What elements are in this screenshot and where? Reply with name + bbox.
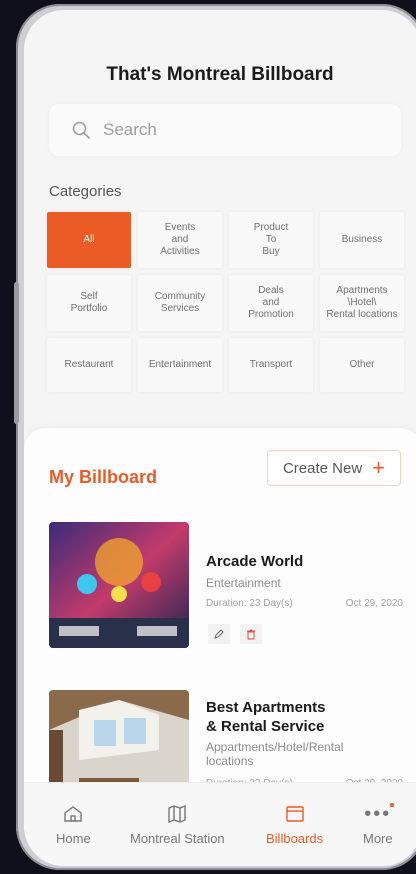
item-name: Best Apartments & Rental Service: [206, 699, 326, 735]
tab-home-label: Home: [56, 831, 91, 846]
bottom-tab-bar: Home Montreal Station Billboards ••• Mor…: [24, 782, 416, 866]
home-icon: [64, 806, 83, 822]
my-billboard-title: My Billboard: [49, 467, 158, 487]
tab-montreal-station-label: Montreal Station: [130, 831, 225, 846]
item-name: Arcade World: [206, 553, 304, 570]
category-community[interactable]: Community Services: [138, 275, 222, 331]
tab-billboards[interactable]: Billboards: [266, 805, 323, 846]
tab-montreal-station[interactable]: Montreal Station: [130, 805, 225, 846]
pencil-icon: [214, 629, 224, 639]
plus-icon: +: [372, 455, 386, 480]
category-product[interactable]: Product To Buy: [229, 212, 313, 268]
edit-button[interactable]: [208, 624, 230, 644]
categories-heading: Categories: [49, 183, 122, 200]
tab-billboards-label: Billboards: [266, 831, 324, 846]
item-category: Entertainment: [206, 576, 281, 590]
category-business[interactable]: Business: [320, 212, 404, 268]
app-screen: That's Montreal Billboard Search Categor…: [24, 10, 416, 866]
category-restaurant[interactable]: Restaurant: [47, 338, 131, 392]
category-transport[interactable]: Transport: [229, 338, 313, 392]
item-duration: Duration: 23 Day(s): [206, 598, 293, 609]
item-date: Oct 29, 2020: [345, 598, 403, 609]
billboard-icon: [285, 806, 304, 822]
category-events[interactable]: Events and Activities: [138, 212, 222, 268]
page-title: That's Montreal Billboard: [106, 64, 334, 85]
search-input[interactable]: Search: [49, 104, 401, 156]
create-new-label: Create New: [282, 459, 363, 477]
category-grid: All Events and Activities Product To Buy…: [47, 212, 405, 392]
delete-button[interactable]: [240, 624, 262, 644]
tab-more[interactable]: ••• More: [363, 803, 395, 846]
notification-dot: [390, 803, 395, 807]
map-icon: [168, 805, 187, 823]
category-entertainment[interactable]: Entertainment: [138, 338, 222, 392]
phone-side-button: [14, 282, 19, 424]
search-placeholder: Search: [103, 120, 157, 139]
create-new-button[interactable]: Create New +: [267, 450, 401, 486]
category-deals[interactable]: Deals and Promotion: [229, 275, 313, 331]
more-icon: •••: [364, 803, 395, 824]
category-other[interactable]: Other: [320, 338, 404, 392]
tab-home[interactable]: Home: [56, 805, 91, 846]
item-category: Appartments/Hotel/Rental locations: [206, 740, 344, 768]
category-self-portfolio[interactable]: Self Portfolio: [47, 275, 131, 331]
tab-more-label: More: [363, 831, 393, 846]
arcade-thumbnail: [49, 522, 189, 648]
trash-icon: [247, 629, 255, 639]
category-all[interactable]: All: [47, 212, 131, 268]
category-apartments[interactable]: Apartments \Hotel\ Rental locations: [320, 275, 404, 331]
search-icon: [72, 121, 90, 139]
